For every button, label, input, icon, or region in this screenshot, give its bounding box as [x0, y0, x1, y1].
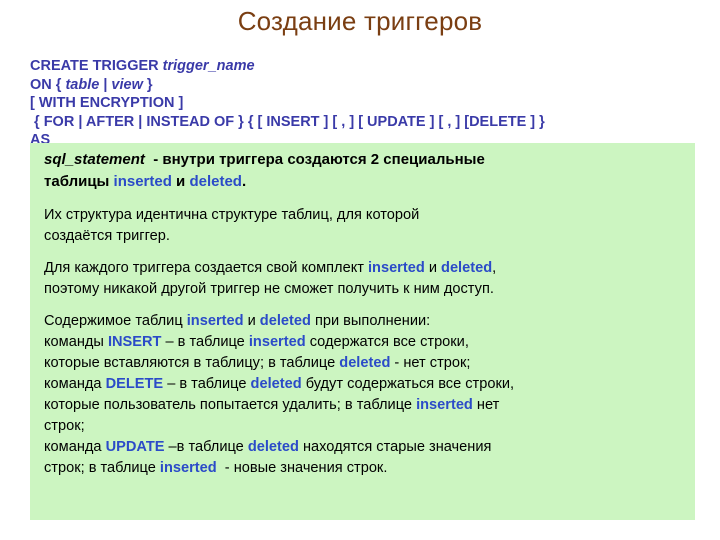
- paragraph-structure: Их структура идентична структуре таблиц,…: [44, 207, 420, 244]
- trigger-name-placeholder: trigger_name: [162, 58, 255, 74]
- lead-text-c: и: [171, 173, 190, 190]
- p3-l8-a: строк; в таблице: [44, 460, 160, 476]
- keyword-delete: DELETE: [105, 376, 164, 392]
- lead-text-b: таблицы: [44, 173, 114, 190]
- term-inserted: inserted: [186, 313, 244, 329]
- term-deleted: deleted: [339, 355, 391, 371]
- p3-l7-c: находятся старые значения: [298, 439, 492, 455]
- p3-l1-b: и: [243, 313, 260, 329]
- p3-l7-a: команда: [44, 439, 106, 455]
- p3-l4-a: команда: [44, 376, 106, 392]
- sql-statement-term: sql_statement: [44, 151, 145, 168]
- p3-l5-b: нет: [472, 397, 500, 413]
- p3-l7-b: –в таблице: [164, 439, 248, 455]
- term-deleted: deleted: [247, 439, 299, 455]
- table-placeholder: table: [65, 76, 100, 93]
- term-inserted: inserted: [113, 173, 172, 190]
- p3-l5-a: которые пользователь попытается удалить;…: [44, 397, 417, 413]
- term-inserted: inserted: [416, 397, 473, 413]
- p2-text-b: и: [424, 260, 442, 276]
- explanation-panel: sql_statement - внутри триггера создаютс…: [30, 143, 695, 520]
- brace-open: {: [55, 76, 66, 93]
- p3-l2-b: – в таблице: [161, 334, 249, 350]
- on-keyword: ON: [30, 76, 56, 93]
- brace-close: }: [142, 76, 153, 93]
- p3-l1-c: при выполнении:: [310, 313, 431, 329]
- p3-l3-a: которые вставляются в таблицу; в таблице: [44, 355, 340, 371]
- p3-l4-c: будут содержаться все строки,: [301, 376, 515, 392]
- syntax-line-3: [ WITH ENCRYPTION ]: [30, 95, 184, 111]
- p3-l4-b: – в таблице: [163, 376, 251, 392]
- create-trigger-keyword: CREATE TRIGGER: [30, 58, 163, 74]
- p3-l2-c: содержатся все строки,: [305, 334, 469, 350]
- syntax-line-2: ON { table | view }: [30, 77, 153, 93]
- paragraph-per-trigger: Для каждого триггера создается свой комп…: [44, 258, 685, 300]
- p3-l3-b: - нет строк;: [390, 355, 471, 371]
- sql-syntax-block: CREATE TRIGGER trigger_name ON { table |…: [30, 57, 700, 150]
- term-deleted: deleted: [189, 173, 242, 190]
- term-deleted: deleted: [441, 260, 493, 276]
- syntax-line-4: { FOR | AFTER | INSTEAD OF } { [ INSERT …: [30, 113, 545, 130]
- p3-l1-a: Содержимое таблиц: [44, 313, 187, 329]
- paragraph-contents: Содержимое таблиц inserted и deleted при…: [44, 311, 685, 479]
- p3-l6: строк;: [44, 418, 85, 434]
- syntax-line-1: CREATE TRIGGER trigger_name: [30, 58, 255, 74]
- lead-paragraph: sql_statement - внутри триггера создаютс…: [44, 149, 685, 193]
- keyword-update: UPDATE: [105, 439, 165, 455]
- p3-l2-a: команды: [44, 334, 108, 350]
- p3-l8-b: - новые значения строк.: [216, 460, 388, 476]
- page-title: Создание триггеров: [237, 6, 483, 36]
- term-inserted: inserted: [248, 334, 306, 350]
- lead-text-a: - внутри триггера создаются 2 специальны…: [144, 151, 485, 168]
- term-deleted: deleted: [259, 313, 311, 329]
- term-deleted: deleted: [250, 376, 302, 392]
- p2-text-a: Для каждого триггера создается свой комп…: [44, 260, 368, 276]
- lead-text-d: .: [241, 173, 247, 190]
- term-inserted: inserted: [159, 460, 217, 476]
- term-inserted: inserted: [367, 260, 425, 276]
- pipe-separator: |: [99, 76, 112, 93]
- keyword-insert: INSERT: [107, 334, 162, 350]
- view-placeholder: view: [111, 76, 143, 93]
